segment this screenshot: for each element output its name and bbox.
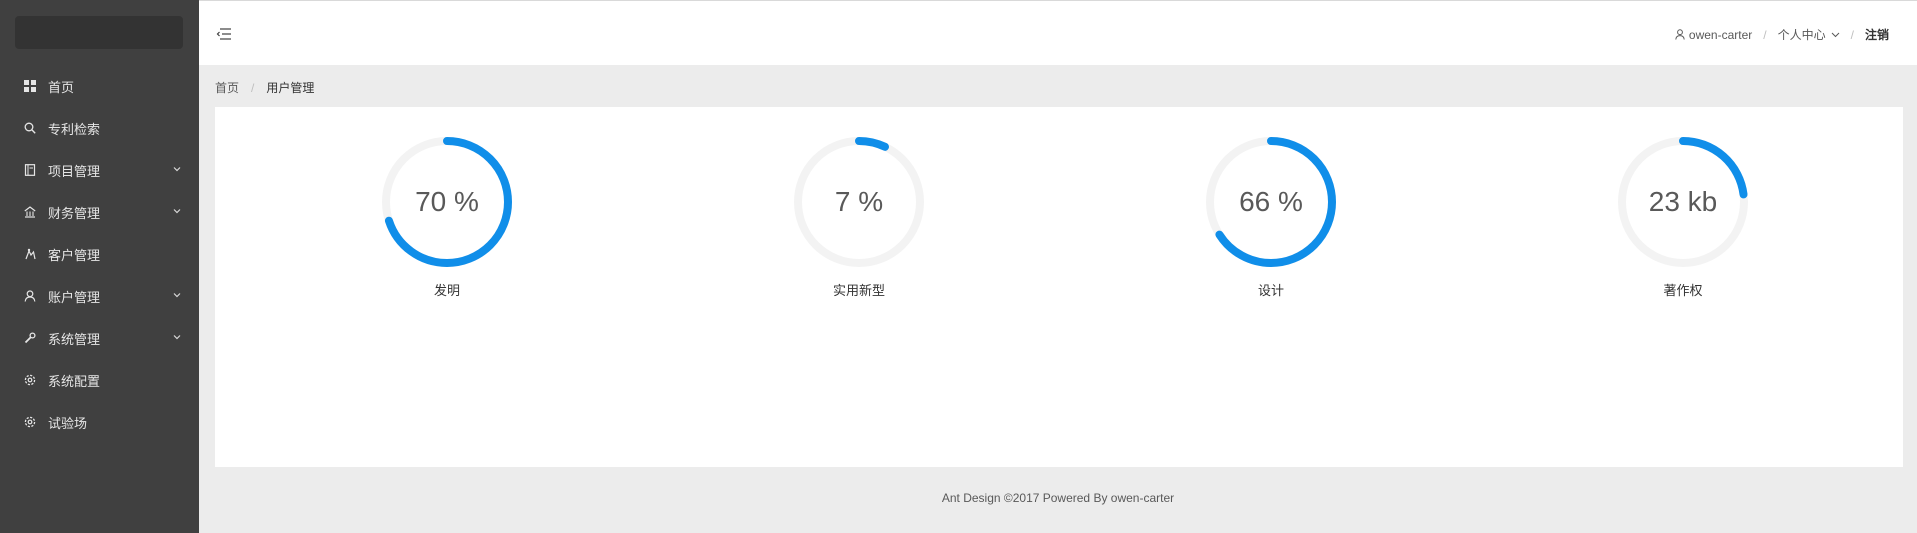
user-center-label: 个人中心 [1777, 28, 1826, 42]
progress-circle: 23 kb [1617, 136, 1749, 268]
sidebar: 首页 专利检索 项目管理 财务管理 客户管理 账户管理 系统管理 系统配置 试验… [0, 0, 199, 533]
stat-card: 7 % 实用新型 [789, 136, 929, 299]
sidebar-item-system-management[interactable]: 系统管理 [0, 317, 199, 359]
stat-label: 设计 [1257, 283, 1284, 298]
user-icon [1675, 29, 1685, 40]
breadcrumb-current: 用户管理 [266, 81, 315, 95]
sidebar-item-label: 专利检索 [48, 121, 101, 137]
sidebar-item-label: 系统管理 [48, 331, 101, 347]
user-center-dropdown[interactable]: 个人中心 [1778, 26, 1840, 43]
breadcrumb: 首页 / 用户管理 [215, 79, 314, 96]
progress-circle: 70 % [381, 136, 513, 268]
book-icon [24, 164, 36, 176]
sidebar-item-label: 试验场 [48, 415, 88, 431]
breadcrumb-separator: / [251, 80, 255, 95]
setting-icon [24, 374, 36, 386]
header-user-area: owen-carter / 个人中心 / 注销 [1675, 26, 1889, 43]
customer-icon [24, 248, 36, 260]
sidebar-item-patent-search[interactable]: 专利检索 [0, 107, 199, 149]
logout-link[interactable]: 注销 [1865, 26, 1889, 43]
header-separator: / [1850, 27, 1854, 42]
sidebar-item-label: 系统配置 [48, 373, 101, 389]
chevron-down-icon [173, 167, 181, 172]
sidebar-item-label: 项目管理 [48, 163, 101, 179]
sidebar-item-label: 首页 [48, 79, 75, 95]
chevron-down-icon [173, 209, 181, 214]
sidebar-item-customers[interactable]: 客户管理 [0, 233, 199, 275]
header-username[interactable]: owen-carter [1675, 28, 1752, 42]
progress-circle: 7 % [793, 136, 925, 268]
stat-card: 66 % 设计 [1201, 136, 1341, 299]
setting-icon [24, 416, 36, 428]
stat-label: 发明 [433, 283, 460, 298]
sidebar-item-finance[interactable]: 财务管理 [0, 191, 199, 233]
sidebar-item-label: 账户管理 [48, 289, 101, 305]
tool-icon [24, 332, 36, 344]
sidebar-item-home[interactable]: 首页 [0, 65, 199, 107]
logo[interactable] [15, 16, 183, 49]
sidebar-item-label: 财务管理 [48, 205, 101, 221]
breadcrumb-home[interactable]: 首页 [215, 79, 239, 96]
user-icon [24, 290, 36, 302]
stat-label: 著作权 [1663, 283, 1703, 298]
top-header: owen-carter / 个人中心 / 注销 [199, 0, 1917, 65]
stat-value: 7 % [834, 186, 884, 217]
search-icon [24, 122, 36, 134]
chevron-down-icon [173, 335, 181, 340]
sidebar-item-accounts[interactable]: 账户管理 [0, 275, 199, 317]
sidebar-item-system-config[interactable]: 系统配置 [0, 359, 199, 401]
content-panel: 70 % 发明 7 % 实用新型 66 % 设计 23 kb 著作权 [215, 107, 1903, 467]
stat-card: 23 kb 著作权 [1613, 136, 1753, 299]
sidebar-item-playground[interactable]: 试验场 [0, 401, 199, 443]
chevron-down-icon [1831, 32, 1839, 37]
stat-value: 70 % [415, 186, 479, 217]
footer: Ant Design ©2017 Powered By owen-carter [941, 491, 1175, 505]
sidebar-item-label: 客户管理 [48, 247, 101, 263]
header-separator: / [1763, 27, 1767, 42]
chevron-down-icon [173, 293, 181, 298]
stat-card: 70 % 发明 [377, 136, 517, 299]
stat-value: 23 kb [1648, 186, 1718, 217]
dashboard-icon [24, 80, 36, 92]
stat-label: 实用新型 [832, 283, 885, 298]
stat-value: 66 % [1239, 186, 1303, 217]
progress-circle: 66 % [1205, 136, 1337, 268]
sidebar-item-projects[interactable]: 项目管理 [0, 149, 199, 191]
sidebar-menu: 首页 专利检索 项目管理 财务管理 客户管理 账户管理 系统管理 系统配置 试验… [0, 65, 199, 443]
menu-fold-icon[interactable] [216, 26, 232, 42]
username-text: owen-carter [1688, 27, 1753, 42]
bank-icon [24, 206, 36, 218]
